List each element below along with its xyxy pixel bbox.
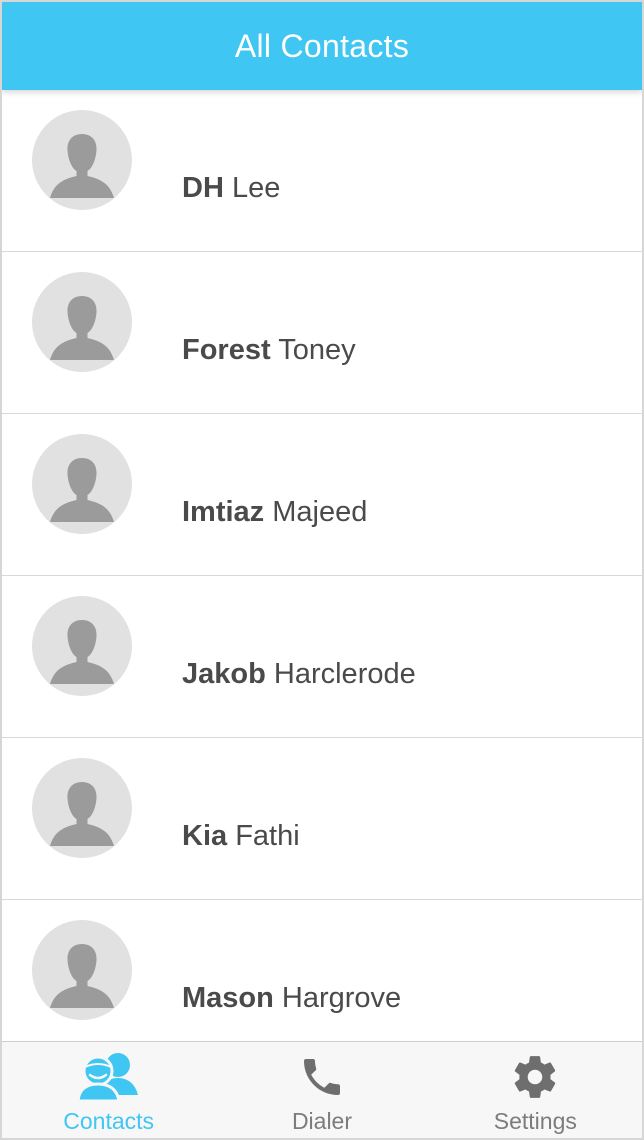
contact-first-name: Mason (182, 982, 274, 1014)
contact-first-name: Imtiaz (182, 496, 265, 528)
contact-first-name: DH (182, 172, 224, 204)
contact-name: Kia Fathi (182, 820, 300, 853)
contact-row[interactable]: Jakob Harclerode (2, 576, 642, 738)
contact-name: DH Lee (182, 172, 280, 205)
header-bar: All Contacts (2, 2, 642, 90)
avatar-placeholder-icon (32, 272, 132, 372)
contact-last-name: Toney (278, 334, 356, 366)
contact-row[interactable]: Imtiaz Majeed (2, 414, 642, 576)
contact-first-name: Jakob (182, 658, 266, 690)
contact-row[interactable]: Forest Toney (2, 252, 642, 414)
avatar-placeholder-icon (32, 920, 132, 1020)
contact-row[interactable]: Kia Fathi (2, 738, 642, 900)
tab-dialer[interactable]: Dialer (215, 1042, 428, 1138)
page-title: All Contacts (234, 27, 410, 64)
contacts-icon (74, 1050, 144, 1104)
contact-row[interactable]: Mason Hargrove (2, 900, 642, 1042)
contact-name: Jakob Harclerode (182, 658, 416, 691)
avatar-placeholder-icon (32, 758, 132, 858)
contact-last-name: Harclerode (273, 658, 416, 690)
contact-first-name: Kia (182, 820, 228, 852)
tab-label: Settings (493, 1108, 577, 1134)
tab-label: Contacts (63, 1108, 155, 1134)
contact-first-name: Forest (182, 334, 271, 366)
contact-last-name: Lee (231, 172, 281, 204)
tab-settings[interactable]: Settings (429, 1042, 642, 1138)
contact-name: Mason Hargrove (182, 982, 401, 1015)
avatar-placeholder-icon (32, 434, 132, 534)
phone-icon (287, 1050, 357, 1104)
contact-last-name: Fathi (235, 820, 300, 852)
gear-icon (500, 1050, 570, 1104)
tab-bar: Contacts Dialer Settings (2, 1041, 642, 1138)
contact-last-name: Hargrove (281, 982, 402, 1014)
tab-label: Dialer (291, 1108, 353, 1134)
contact-name: Imtiaz Majeed (182, 496, 367, 529)
tab-contacts[interactable]: Contacts (2, 1042, 215, 1138)
avatar-placeholder-icon (32, 596, 132, 696)
contact-row[interactable]: DH Lee (2, 90, 642, 252)
contact-last-name: Majeed (272, 496, 368, 528)
app-window: All Contacts DH Lee Forest Toney Imtiaz … (0, 0, 644, 1140)
contact-name: Forest Toney (182, 334, 356, 367)
contact-list[interactable]: DH Lee Forest Toney Imtiaz Majeed Jakob … (2, 90, 642, 1042)
avatar-placeholder-icon (32, 110, 132, 210)
